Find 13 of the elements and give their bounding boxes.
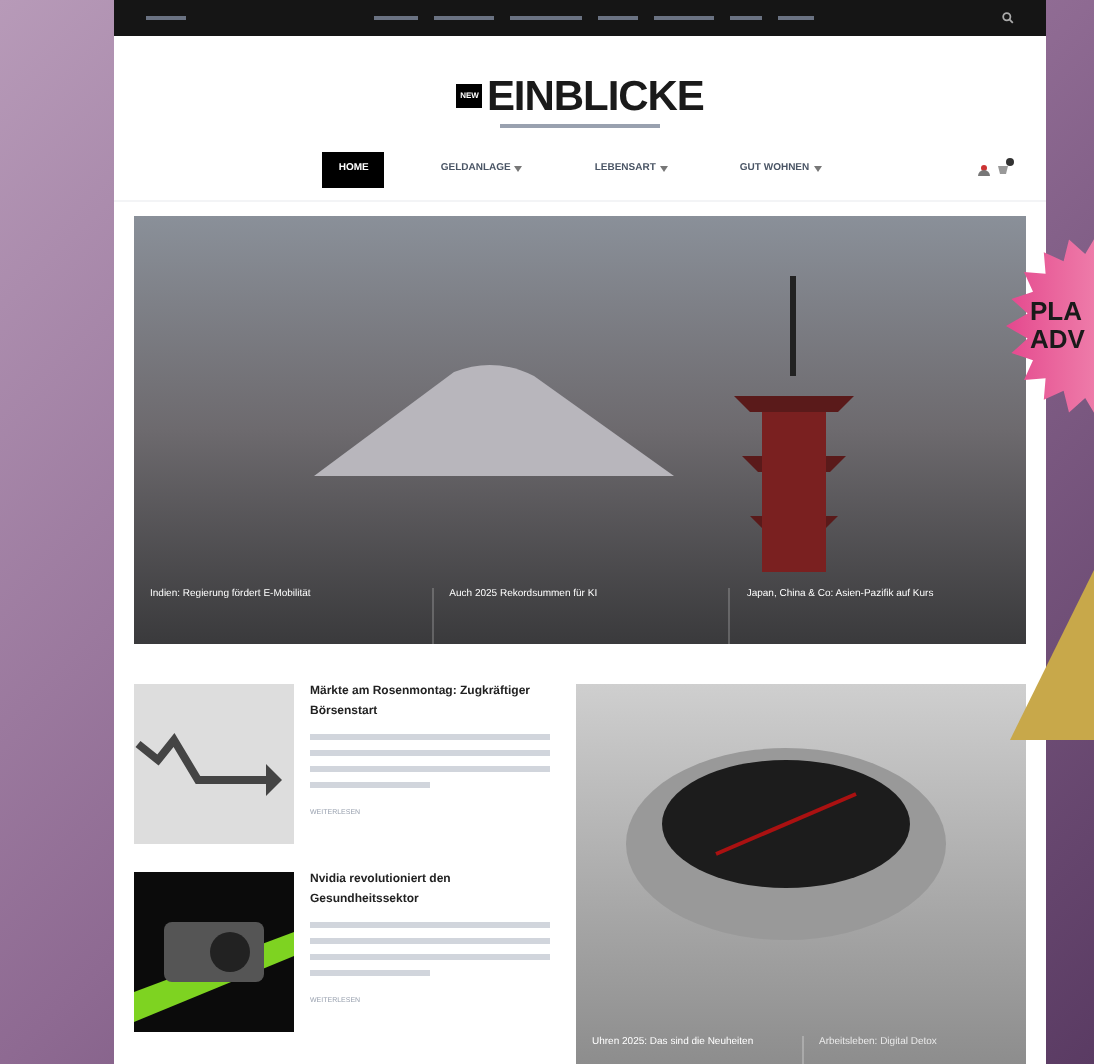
user-icon[interactable] [978,163,990,176]
caret-icon [659,166,668,173]
site-logo[interactable]: EINBLICKE [486,75,704,118]
chart-photo[interactable] [134,683,294,844]
graphics-card-photo[interactable] [134,871,294,1032]
search-icon[interactable] [1002,11,1014,24]
caret-icon [514,166,523,173]
badge-text: ADV [1030,326,1087,355]
text-line [310,970,430,977]
text-line [310,782,430,789]
caret-icon [813,166,822,173]
badge-text: PLA [1030,297,1084,326]
cart-icon[interactable] [998,157,1014,176]
